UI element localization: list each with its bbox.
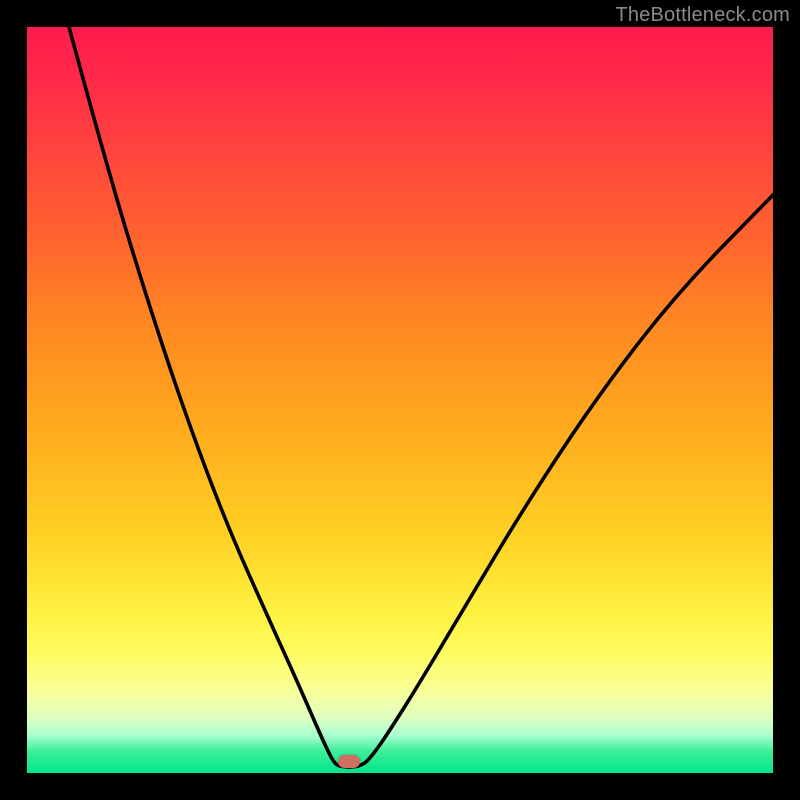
bottleneck-curve bbox=[27, 27, 773, 773]
curve-path bbox=[69, 27, 773, 767]
target-marker bbox=[338, 755, 360, 768]
plot-area bbox=[27, 27, 773, 773]
watermark-text: TheBottleneck.com bbox=[615, 4, 790, 27]
